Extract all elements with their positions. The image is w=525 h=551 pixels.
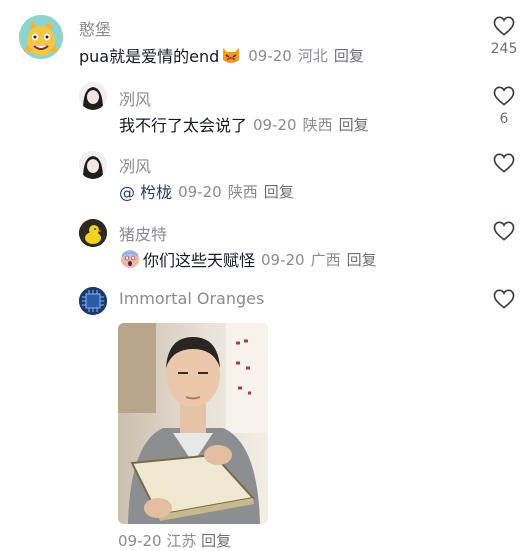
comment-location: 江苏 — [166, 532, 197, 550]
reply-button[interactable]: 回复 — [334, 47, 364, 65]
comment-username[interactable]: 憨堡 — [79, 16, 111, 40]
avatar[interactable] — [79, 151, 107, 179]
like-button[interactable] — [493, 289, 515, 309]
comment-image[interactable] — [118, 323, 268, 524]
like-button[interactable]: 245 — [491, 16, 517, 57]
reply-button[interactable]: 回复 — [264, 183, 294, 201]
comment-text: pua就是爱情的end — [79, 47, 220, 66]
comment-location: 广西 — [310, 250, 341, 269]
comment-date: 09-20 — [118, 532, 162, 550]
avatar[interactable] — [79, 219, 107, 247]
comment-date: 09-20 — [248, 46, 292, 65]
comment-body: @ 枍栊 09-20 陕西 回复 — [119, 179, 300, 203]
comment-meta: 09-20 陕西 回复 — [178, 181, 300, 202]
comment-username[interactable]: 猪皮特 — [119, 221, 167, 245]
comment-date: 09-20 — [178, 182, 222, 201]
comment-body: 你们这些天赋怪 09-20 广西 回复 — [119, 247, 383, 271]
heart-outline-icon — [493, 289, 515, 309]
comment-username[interactable]: Immortal Oranges — [119, 289, 264, 308]
like-count: 6 — [499, 111, 509, 127]
comment-username[interactable]: 冽风 — [119, 86, 151, 110]
reply-button[interactable]: 回复 — [347, 251, 377, 269]
reply-button[interactable]: 回复 — [201, 532, 231, 550]
heart-outline-icon — [493, 86, 515, 106]
like-button[interactable] — [493, 221, 515, 241]
comment-location: 河北 — [297, 46, 328, 65]
heart-outline-icon — [493, 16, 515, 36]
comment-text: 你们这些天赋怪 — [143, 251, 256, 270]
comment-location: 陕西 — [302, 115, 333, 134]
comment-meta: 09-20 广西 回复 — [261, 249, 383, 270]
comment-body: 我不行了太会说了 09-20 陕西 回复 — [119, 112, 375, 136]
avatar[interactable] — [79, 82, 107, 110]
like-button[interactable]: 6 — [493, 86, 515, 127]
like-button[interactable] — [493, 153, 515, 173]
avatar[interactable] — [19, 15, 63, 59]
comment-meta: 09-20 陕西 回复 — [253, 114, 375, 135]
heart-outline-icon — [493, 153, 515, 173]
avatar[interactable] — [79, 287, 107, 315]
comment-text: 我不行了太会说了 — [119, 116, 248, 135]
comment-date: 09-20 — [253, 115, 297, 134]
comment-location: 陕西 — [227, 182, 258, 201]
comment-meta: 09-20 河北 回复 — [248, 45, 370, 66]
like-count: 245 — [490, 41, 518, 57]
comment-date: 09-20 — [261, 250, 305, 269]
comment-meta: 09-20 江苏 回复 — [118, 530, 231, 551]
reply-button[interactable]: 回复 — [339, 116, 369, 134]
cat-emoji — [220, 44, 242, 66]
heart-outline-icon — [493, 221, 515, 241]
comment-username[interactable]: 冽风 — [119, 153, 151, 177]
comment-body: pua就是爱情的end 09-20 河北 回复 — [79, 43, 370, 67]
scream-emoji — [119, 248, 141, 270]
mention-link[interactable]: @ 枍栊 — [119, 179, 172, 203]
